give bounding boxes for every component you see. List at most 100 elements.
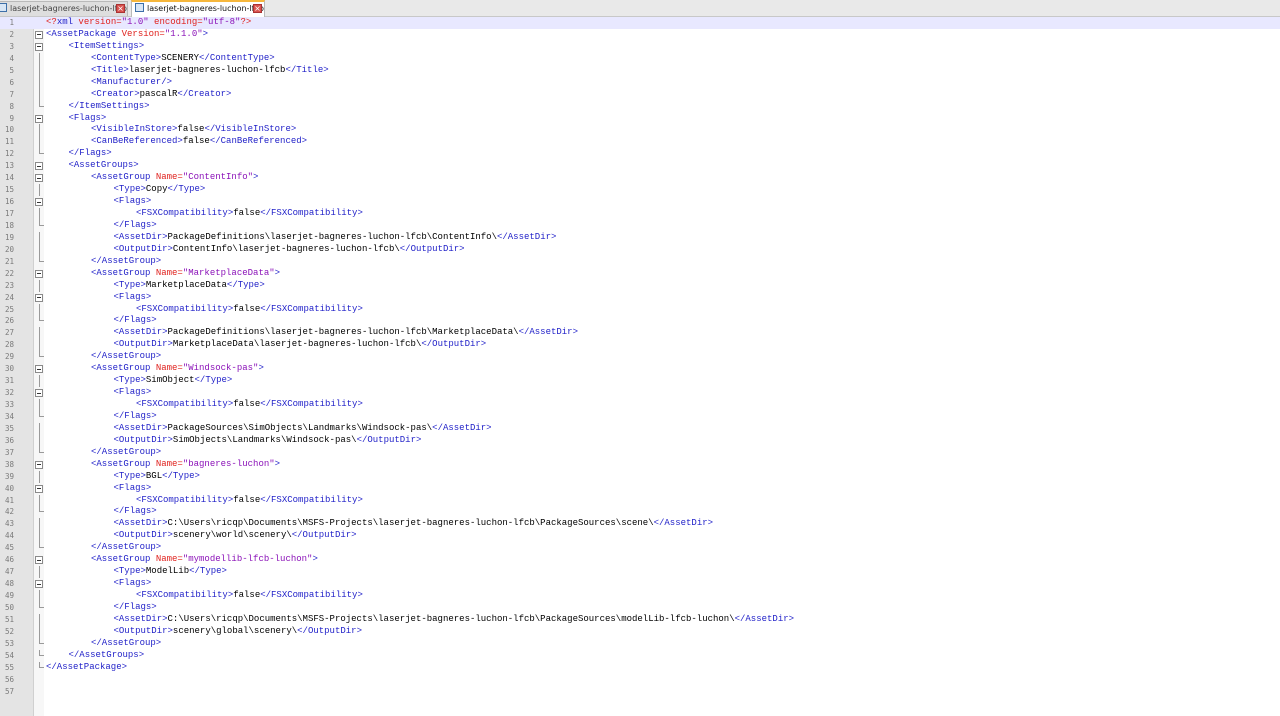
code-token: </AssetDir> <box>496 231 557 242</box>
code-line[interactable]: 2 <AssetPackage Version="1.1.0"> <box>0 29 1280 41</box>
fold-toggle-icon[interactable] <box>35 556 43 565</box>
code-line[interactable]: 55 </AssetPackage> <box>0 661 1280 674</box>
line-number: 49 <box>4 591 14 600</box>
code-token: > <box>312 554 318 565</box>
code-line[interactable]: 51 <AssetDir>C:\Users\ricqp\Documents\MSF… <box>0 613 1280 626</box>
tab-file-1[interactable]: laserjet-bagneres-luchon-lfcb.xml × <box>0 1 128 16</box>
code-line[interactable]: 36 <OutputDir>SimObjects\Landmarks\Windso… <box>0 434 1280 447</box>
fold-toggle-icon[interactable] <box>35 365 43 374</box>
code-line[interactable]: 38 <AssetGroup Name="bagneres-luchon"> <box>0 459 1280 471</box>
code-line[interactable]: 24 <Flags> <box>0 292 1280 304</box>
code-line[interactable]: 41 <FSXCompatibility>false</FSXCompatibil… <box>0 494 1280 507</box>
code-line[interactable]: 32 <Flags> <box>0 387 1280 399</box>
fold-guide <box>39 64 40 77</box>
fold-toggle-icon[interactable] <box>35 484 43 493</box>
code-line[interactable]: 29 </AssetGroup> <box>0 351 1280 363</box>
code-token: </Type> <box>189 566 227 577</box>
fold-toggle-icon[interactable] <box>35 42 43 51</box>
code-line[interactable]: 23 <Type>MarketplaceData</Type> <box>0 279 1280 292</box>
code-line[interactable]: 5 <Title>laserjet-bagneres-luchon-lfcb</T… <box>0 64 1280 77</box>
code-token: Copy <box>145 184 168 195</box>
line-number: 50 <box>4 602 14 612</box>
code-line[interactable]: 50 </Flags> <box>0 601 1280 614</box>
code-line[interactable]: 16 <Flags> <box>0 196 1280 208</box>
code-line[interactable]: 46 <AssetGroup Name="mymodellib-lfcb-luch… <box>0 554 1280 566</box>
code-line[interactable]: 57 <box>0 686 1280 698</box>
code-token: </Flags> <box>113 219 157 230</box>
code-token: </AssetDir> <box>518 327 578 338</box>
code-line[interactable]: 1 <?xml version="1.0" encoding="utf-8"?> <box>0 17 1280 29</box>
code-line[interactable]: 28 <OutputDir>MarketplaceData\laserjet-ba… <box>0 339 1280 352</box>
code-token: Name= <box>150 267 183 278</box>
code-line[interactable]: 18 </Flags> <box>0 219 1280 232</box>
code-line[interactable]: 35 <AssetDir>PackageSources\SimObjects\La… <box>0 422 1280 435</box>
code-token: <Manufacturer/> <box>91 76 173 87</box>
code-line[interactable]: 20 <OutputDir>ContentInfo\laserjet-bagner… <box>0 243 1280 256</box>
fold-toggle-icon[interactable] <box>35 580 43 589</box>
fold-guide <box>39 434 40 447</box>
code-line[interactable]: 45 </AssetGroup> <box>0 542 1280 554</box>
code-line[interactable]: 8 </ItemSettings> <box>0 100 1280 113</box>
fold-toggle-icon[interactable] <box>35 198 43 207</box>
fold-toggle-icon[interactable] <box>35 114 43 123</box>
code-token: "1.1.0" <box>164 28 203 39</box>
line-number: 15 <box>4 185 14 195</box>
code-line[interactable]: 56 <box>0 674 1280 686</box>
fold-toggle-icon[interactable] <box>35 269 43 278</box>
code-line[interactable]: 12 </Flags> <box>0 148 1280 160</box>
code-line[interactable]: 9 <Flags> <box>0 113 1280 125</box>
code-line[interactable]: 15 <Type>Copy</Type> <box>0 184 1280 197</box>
code-line[interactable]: 33 <FSXCompatibility>false</FSXCompatibil… <box>0 399 1280 411</box>
code-line[interactable]: 10 <VisibleInStore>false</VisibleInStore> <box>0 124 1280 137</box>
code-line[interactable]: 27 <AssetDir>PackageDefinitions\laserjet-… <box>0 327 1280 340</box>
code-token: </AssetGroup> <box>91 542 162 553</box>
fold-toggle-icon[interactable] <box>35 174 43 183</box>
code-token: <Flags> <box>113 291 152 302</box>
code-line[interactable]: 25 <FSXCompatibility>false</FSXCompatibil… <box>0 303 1280 316</box>
fold-toggle-icon[interactable] <box>35 30 43 39</box>
code-line[interactable]: 21 </AssetGroup> <box>0 255 1280 268</box>
code-token: <OutputDir> <box>113 243 173 254</box>
code-line[interactable]: 6 <Manufacturer/> <box>0 76 1280 89</box>
code-editor[interactable]: 1 <?xml version="1.0" encoding="utf-8"?> 2… <box>0 17 1280 716</box>
code-text: </Flags> <box>69 148 112 160</box>
close-tab-icon[interactable]: × <box>253 4 262 13</box>
code-line[interactable]: 43 <AssetDir>C:\Users\ricqp\Documents\MSF… <box>0 518 1280 531</box>
code-line[interactable]: 44 <OutputDir>scenery\world\scenery\</Out… <box>0 530 1280 543</box>
code-line[interactable]: 13 <AssetGroups> <box>0 160 1280 172</box>
code-line[interactable]: 52 <OutputDir>scenery\global\scenery\</Ou… <box>0 625 1280 638</box>
code-line[interactable]: 31 <Type>SimObject</Type> <box>0 375 1280 388</box>
tab-file-2[interactable]: laserjet-bagneres-luchon-lfcb.xml × <box>131 0 265 17</box>
fold-toggle-icon[interactable] <box>35 460 43 469</box>
code-line[interactable]: 14 <AssetGroup Name="ContentInfo"> <box>0 172 1280 184</box>
fold-toggle-icon[interactable] <box>35 293 43 302</box>
code-text: </Flags> <box>114 220 157 232</box>
code-line[interactable]: 37 </AssetGroup> <box>0 446 1280 459</box>
code-line[interactable]: 53 </AssetGroup> <box>0 637 1280 650</box>
code-line[interactable]: 3 <ItemSettings> <box>0 41 1280 53</box>
fold-end-mark <box>39 100 44 107</box>
code-line[interactable]: 7 <Creator>pascalR</Creator> <box>0 88 1280 101</box>
code-line[interactable]: 26 </Flags> <box>0 315 1280 327</box>
code-line[interactable]: 11 <CanBeReferenced>false</CanBeReference… <box>0 136 1280 149</box>
code-line[interactable]: 39 <Type>BGL</Type> <box>0 470 1280 483</box>
code-line[interactable]: 49 <FSXCompatibility>false</FSXCompatibil… <box>0 590 1280 602</box>
code-line[interactable]: 22 <AssetGroup Name="MarketplaceData"> <box>0 268 1280 280</box>
code-line[interactable]: 17 <FSXCompatibility>false</FSXCompatibil… <box>0 208 1280 220</box>
code-token: false <box>177 124 205 135</box>
code-line[interactable]: 34 </Flags> <box>0 410 1280 423</box>
fold-toggle-icon[interactable] <box>35 389 43 398</box>
tab-label: laserjet-bagneres-luchon-lfcb.xml <box>10 4 127 13</box>
code-line[interactable]: 4 <ContentType>SCENERY</ContentType> <box>0 52 1280 65</box>
code-line[interactable]: 54 </AssetGroups> <box>0 649 1280 662</box>
code-text: </AssetGroup> <box>91 638 161 650</box>
fold-toggle-icon[interactable] <box>35 162 43 171</box>
code-line[interactable]: 47 <Type>ModelLib</Type> <box>0 566 1280 579</box>
close-tab-icon[interactable]: × <box>116 4 125 13</box>
code-line[interactable]: 40 <Flags> <box>0 483 1280 495</box>
fold-end-mark <box>39 542 44 549</box>
code-line[interactable]: 42 </Flags> <box>0 506 1280 518</box>
code-line[interactable]: 48 <Flags> <box>0 578 1280 590</box>
code-line[interactable]: 30 <AssetGroup Name="Windsock-pas"> <box>0 363 1280 375</box>
code-line[interactable]: 19 <AssetDir>PackageDefinitions\laserjet-… <box>0 231 1280 244</box>
